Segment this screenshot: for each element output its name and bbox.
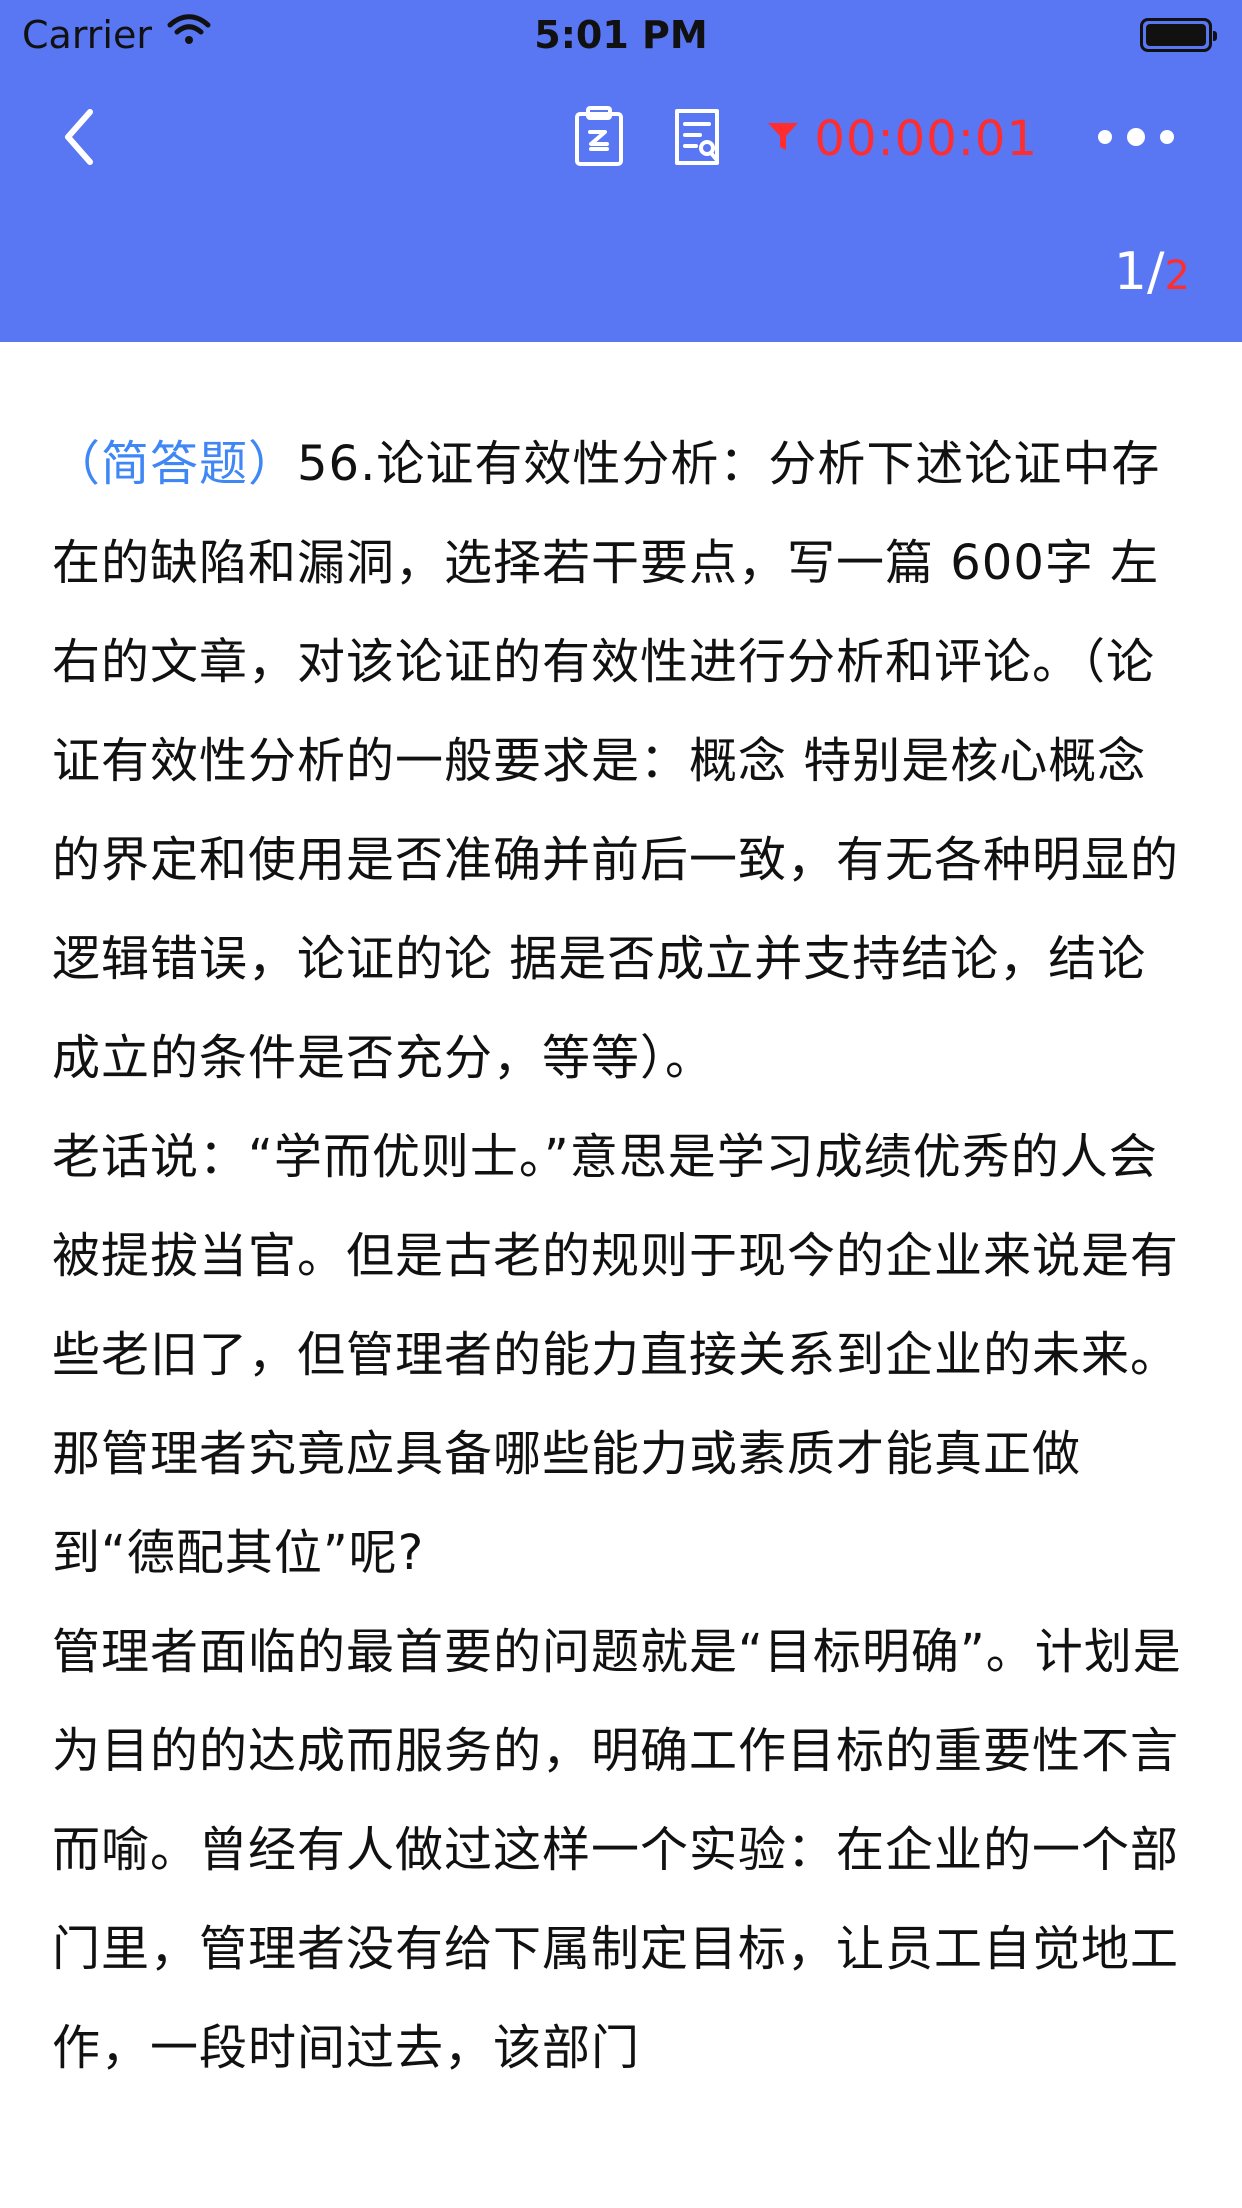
page-separator: / xyxy=(1147,242,1165,302)
more-icon xyxy=(1095,128,1177,150)
back-button[interactable] xyxy=(44,94,114,184)
question-intro-text: 56.论证有效性分析：分析下述论证中存在的缺陷和漏洞，选择若干要点，写一篇 60… xyxy=(52,436,1180,1086)
nav-bar: 00:00:01 xyxy=(0,78,1242,200)
status-left: Carrier xyxy=(22,13,212,57)
top-header: Carrier 5:01 PM 00:00:01 1/2 xyxy=(0,0,1242,342)
timer-text: 00:00:01 xyxy=(814,111,1038,167)
question-type-label: （简答题） xyxy=(52,436,298,492)
question-content: （简答题）56.论证有效性分析：分析下述论证中存在的缺陷和漏洞，选择若干要点，写… xyxy=(0,342,1242,2098)
question-paragraph-2: 老话说：“学而优则士。”意思是学习成绩优秀的人会被提拔当官。但是古老的规则于现今… xyxy=(52,1129,1180,1581)
page-current: 1 xyxy=(1113,242,1148,302)
question-intro-paragraph: （简答题）56.论证有效性分析：分析下述论证中存在的缺陷和漏洞，选择若干要点，写… xyxy=(52,415,1190,1108)
status-bar: Carrier 5:01 PM xyxy=(0,0,1242,70)
page-total: 2 xyxy=(1164,253,1190,299)
page-indicator: 1/2 xyxy=(1114,246,1190,298)
wifi-icon xyxy=(166,13,212,57)
document-note-icon xyxy=(669,106,725,172)
clipboard-icon xyxy=(571,104,627,174)
carrier-label: Carrier xyxy=(22,13,152,57)
chevron-left-icon xyxy=(60,106,98,172)
note-button[interactable] xyxy=(662,94,732,184)
timer-group: 00:00:01 xyxy=(766,115,1038,163)
battery-icon xyxy=(1140,18,1217,52)
clipboard-button[interactable] xyxy=(564,94,634,184)
more-button[interactable] xyxy=(1072,99,1200,179)
funnel-icon[interactable] xyxy=(766,120,800,158)
question-paragraph-3: 管理者面临的最首要的问题就是“目标明确”。计划是为目的的达成而服务的，明确工作目… xyxy=(52,1624,1182,2076)
battery-fill xyxy=(1146,24,1206,46)
